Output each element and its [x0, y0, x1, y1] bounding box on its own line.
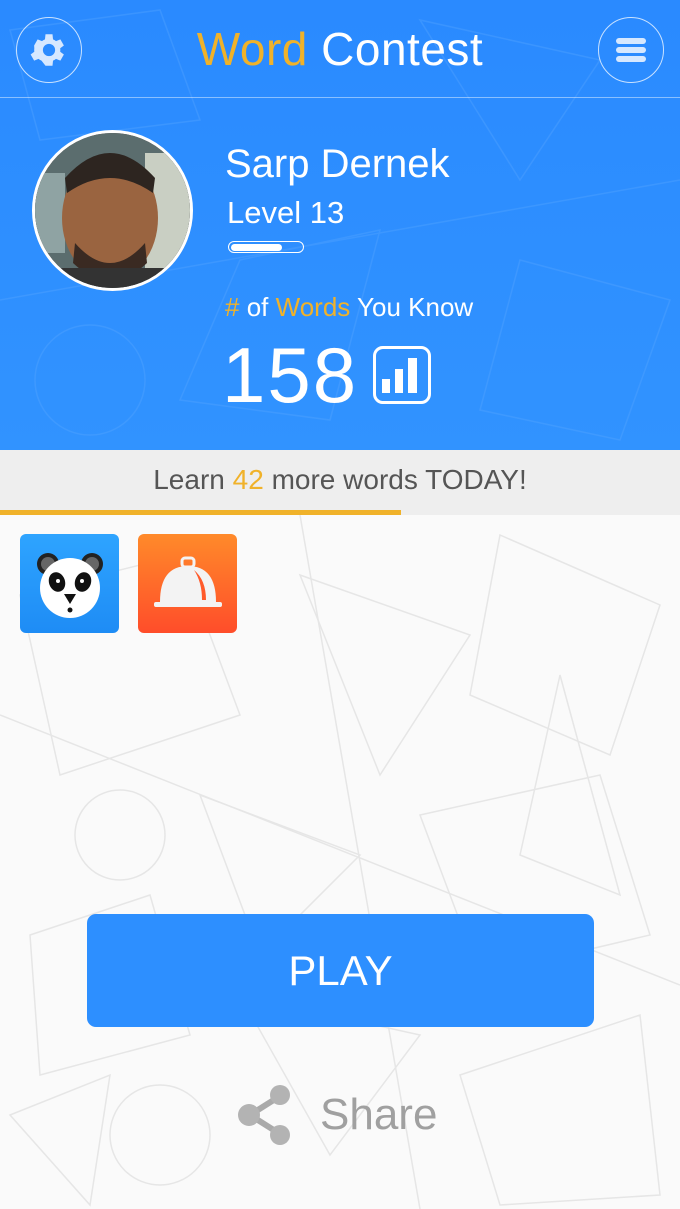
words-label-rest: You Know — [357, 292, 474, 322]
daily-goal-progress-bar — [0, 510, 402, 515]
app-title-accent: Word — [196, 23, 308, 75]
words-label-of: of — [246, 292, 269, 322]
panda-mode-tile[interactable] — [20, 534, 119, 633]
share-icon — [238, 1085, 290, 1145]
daily-goal-text: Learn 42 more words TODAY! — [0, 464, 680, 496]
user-name: Sarp Dernek — [225, 142, 450, 186]
profile-header: Word Contest Sarp Dernek Level 13 # of W… — [0, 0, 680, 450]
food-cloche-icon — [153, 556, 222, 607]
bar-chart-icon — [382, 358, 417, 393]
level-progress-bar — [228, 241, 304, 253]
cloche-mode-tile[interactable] — [138, 534, 237, 633]
daily-goal-suffix: more words TODAY! — [271, 464, 527, 495]
avatar-photo — [35, 133, 190, 288]
share-button[interactable]: Share — [236, 1082, 437, 1148]
words-label-hash: # — [225, 292, 240, 322]
hamburger-menu-icon — [616, 38, 646, 62]
words-label-words: Words — [275, 292, 351, 322]
menu-button[interactable] — [598, 17, 664, 83]
level-progress-fill — [230, 243, 282, 251]
panda-icon — [36, 552, 103, 618]
daily-goal-strip: Learn 42 more words TODAY! — [0, 450, 680, 515]
words-known-count: 158 — [222, 331, 359, 419]
app-title: Word Contest — [0, 22, 680, 76]
avatar[interactable] — [32, 130, 193, 291]
share-label: Share — [320, 1090, 438, 1139]
top-bar: Word Contest — [0, 0, 680, 98]
play-button[interactable]: PLAY — [87, 914, 594, 1027]
daily-goal-count: 42 — [232, 464, 264, 495]
user-level: Level 13 — [227, 195, 345, 230]
app-title-rest: Contest — [321, 23, 484, 75]
daily-goal-prefix: Learn — [153, 464, 225, 495]
stats-button[interactable] — [373, 346, 431, 404]
words-known-label: # of Words You Know — [225, 292, 473, 323]
